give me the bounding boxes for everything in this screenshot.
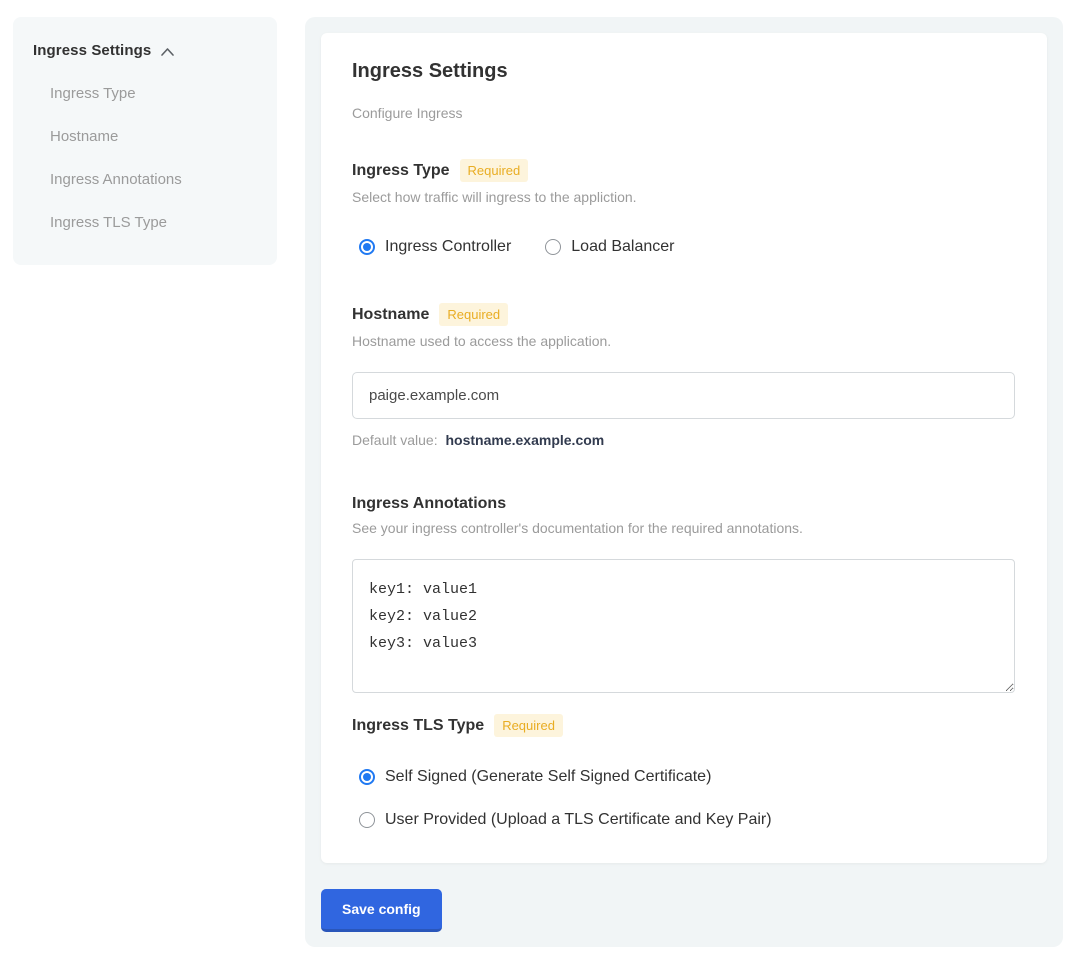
- radio-option-self-signed[interactable]: Self Signed (Generate Self Signed Certif…: [359, 768, 1016, 786]
- section-ingress-annotations: Ingress Annotations See your ingress con…: [352, 495, 1016, 693]
- save-config-button[interactable]: Save config: [321, 889, 442, 932]
- required-badge: Required: [439, 303, 508, 326]
- radio-load-balancer[interactable]: [545, 239, 561, 255]
- ingress-type-heading: Ingress Type: [352, 162, 450, 180]
- ingress-annotations-help: See your ingress controller's documentat…: [352, 520, 1016, 536]
- radio-label-ingress-controller: Ingress Controller: [385, 238, 511, 256]
- radio-ingress-controller[interactable]: [359, 239, 375, 255]
- radio-option-ingress-controller[interactable]: Ingress Controller: [359, 238, 511, 256]
- sidebar-item-ingress-tls-type[interactable]: Ingress TLS Type: [50, 214, 257, 231]
- radio-self-signed[interactable]: [359, 769, 375, 785]
- ingress-type-help: Select how traffic will ingress to the a…: [352, 189, 1016, 205]
- sidebar-group-ingress-settings[interactable]: Ingress Settings: [33, 42, 257, 59]
- radio-option-load-balancer[interactable]: Load Balancer: [545, 238, 674, 256]
- sidebar-item-ingress-annotations[interactable]: Ingress Annotations: [50, 171, 257, 188]
- sidebar-group-label: Ingress Settings: [33, 42, 151, 59]
- ingress-annotations-heading: Ingress Annotations: [352, 495, 506, 513]
- default-value-label: Default value:: [352, 432, 438, 448]
- radio-user-provided[interactable]: [359, 812, 375, 828]
- page-subtitle: Configure Ingress: [352, 105, 1016, 121]
- radio-option-user-provided[interactable]: User Provided (Upload a TLS Certificate …: [359, 811, 1016, 829]
- ingress-annotations-textarea[interactable]: key1: value1 key2: value2 key3: value3: [352, 559, 1015, 693]
- section-hostname: Hostname Required Hostname used to acces…: [352, 303, 1016, 448]
- section-ingress-type: Ingress Type Required Select how traffic…: [352, 159, 1016, 256]
- hostname-default-line: Default value: hostname.example.com: [352, 432, 1016, 448]
- ingress-tls-radio-group: Self Signed (Generate Self Signed Certif…: [352, 768, 1016, 829]
- hostname-heading: Hostname: [352, 306, 429, 324]
- sidebar-item-hostname[interactable]: Hostname: [50, 128, 257, 145]
- section-ingress-tls-type: Ingress TLS Type Required Self Signed (G…: [352, 714, 1016, 829]
- default-value-text: hostname.example.com: [446, 432, 605, 448]
- ingress-type-radio-group: Ingress Controller Load Balancer: [352, 238, 1016, 256]
- radio-label-user-provided: User Provided (Upload a TLS Certificate …: [385, 811, 772, 829]
- required-badge: Required: [494, 714, 563, 737]
- hostname-help: Hostname used to access the application.: [352, 333, 1016, 349]
- radio-label-self-signed: Self Signed (Generate Self Signed Certif…: [385, 768, 711, 786]
- page-title: Ingress Settings: [352, 60, 1016, 83]
- radio-label-load-balancer: Load Balancer: [571, 238, 674, 256]
- ingress-tls-type-heading: Ingress TLS Type: [352, 717, 484, 735]
- chevron-up-icon: [160, 47, 175, 57]
- required-badge: Required: [460, 159, 529, 182]
- hostname-input[interactable]: [352, 372, 1015, 419]
- sidebar-item-ingress-type[interactable]: Ingress Type: [50, 85, 257, 102]
- config-main-panel: Ingress Settings Configure Ingress Ingre…: [305, 17, 1063, 947]
- config-sidebar: Ingress Settings Ingress Type Hostname I…: [13, 17, 277, 265]
- config-card: Ingress Settings Configure Ingress Ingre…: [321, 33, 1047, 863]
